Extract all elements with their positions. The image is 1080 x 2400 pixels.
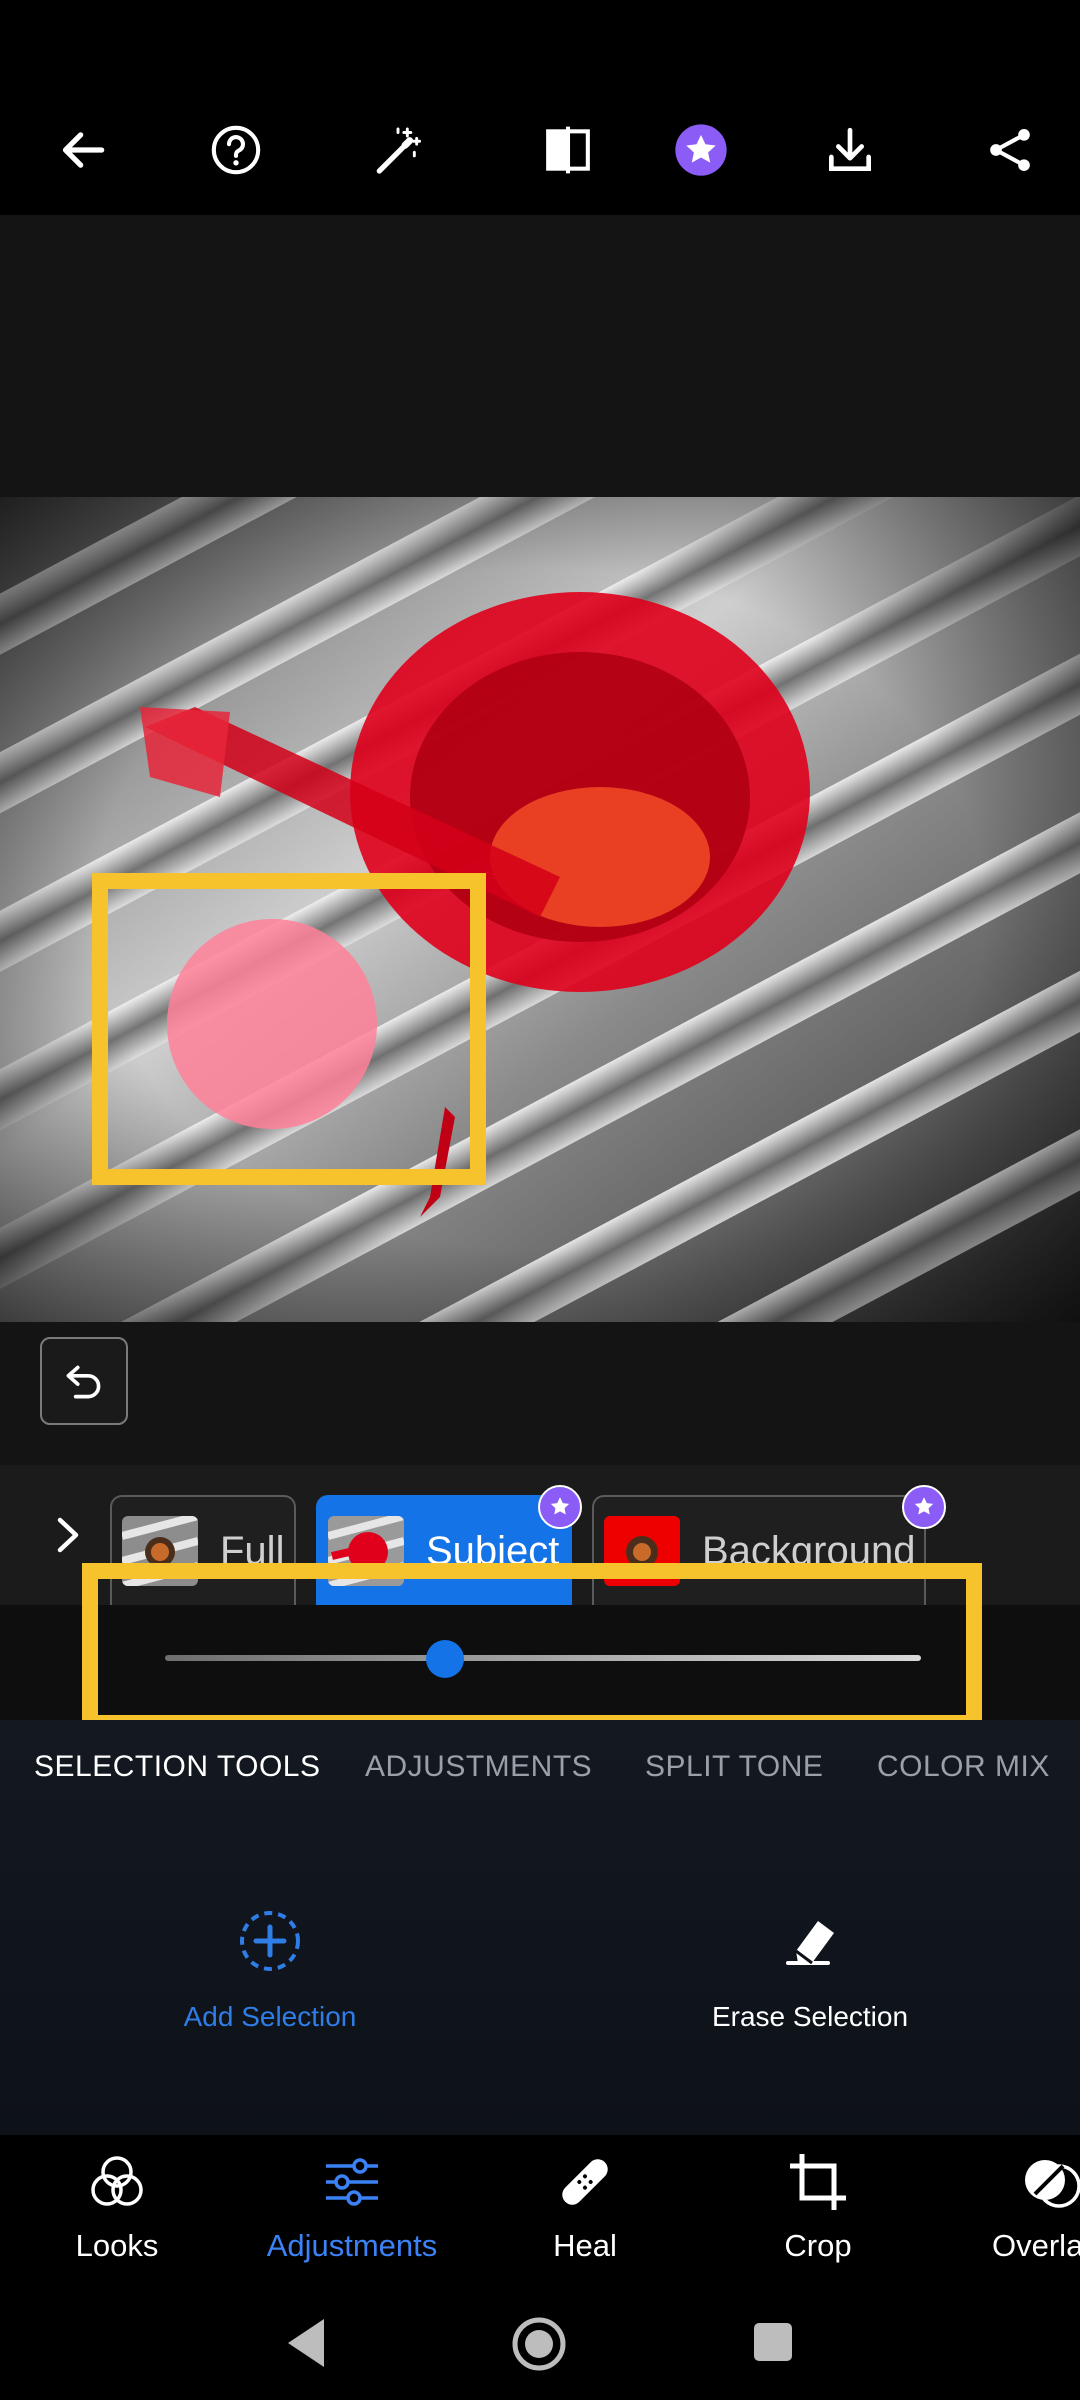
system-back-icon[interactable]: [280, 2315, 330, 2371]
erase-selection-label: Erase Selection: [711, 2001, 909, 2032]
add-selection-button[interactable]: Add Selection: [120, 1905, 420, 2033]
mask-tab-label: Subject: [426, 1528, 560, 1573]
bandage-icon: [562, 2159, 608, 2205]
undo-button[interactable]: [40, 1337, 128, 1425]
tab-split-tone[interactable]: SPLIT TONE: [645, 1750, 823, 1784]
premium-star-icon: [538, 1485, 582, 1529]
adjustments-icon: [326, 2158, 378, 2206]
system-home-icon[interactable]: [510, 2315, 568, 2373]
chevron-right-icon[interactable]: [48, 1510, 88, 1560]
undo-icon: [66, 1365, 101, 1399]
top-toolbar: [0, 0, 1080, 215]
eraser-icon: [786, 1921, 834, 1965]
compare-icon[interactable]: [533, 115, 603, 185]
erase-selection-button[interactable]: Erase Selection: [660, 1905, 960, 2033]
nav-label: Heal: [553, 2228, 617, 2263]
nav-label: Crop: [784, 2228, 852, 2263]
premium-star-icon[interactable]: [666, 115, 736, 185]
back-arrow-icon[interactable]: [48, 115, 118, 185]
mask-tab-label: Background: [702, 1528, 916, 1573]
mask-tab-label: Full: [220, 1528, 285, 1573]
mask-tab-background[interactable]: Background: [592, 1485, 946, 1605]
system-navigation-bar: [0, 2285, 1080, 2400]
mask-slider-panel: [0, 1605, 1080, 1720]
mask-tab-full[interactable]: Full: [110, 1495, 296, 1605]
share-icon[interactable]: [975, 115, 1045, 185]
tab-color-mix[interactable]: COLOR MIX: [877, 1750, 1050, 1784]
mask-slider-track[interactable]: [165, 1655, 921, 1661]
add-selection-label: Add Selection: [183, 2001, 357, 2032]
tab-adjustments[interactable]: ADJUSTMENTS: [365, 1750, 592, 1784]
nav-adjustments[interactable]: Adjustments: [252, 2150, 452, 2264]
mask-thumbnail-full: [122, 1516, 198, 1586]
tab-selection-tools[interactable]: SELECTION TOOLS: [34, 1750, 320, 1784]
system-recents-icon[interactable]: [750, 2319, 796, 2365]
mask-tab-subject[interactable]: Subject: [316, 1485, 582, 1605]
nav-label: Overla: [992, 2228, 1080, 2263]
add-selection-icon: [240, 1911, 300, 1971]
premium-star-icon: [902, 1485, 946, 1529]
crop-icon: [790, 2154, 846, 2210]
nav-label: Adjustments: [266, 2228, 438, 2263]
nav-label: Looks: [75, 2228, 159, 2263]
magic-wand-icon[interactable]: [363, 115, 433, 185]
download-icon[interactable]: [815, 115, 885, 185]
nav-looks[interactable]: Looks: [17, 2150, 217, 2264]
photo-preview[interactable]: [0, 497, 1080, 1322]
mask-thumbnail-background: [604, 1516, 680, 1586]
looks-icon: [91, 2156, 143, 2206]
mask-thumbnail-subject: [328, 1516, 404, 1586]
help-icon[interactable]: [201, 115, 271, 185]
mask-slider-thumb[interactable]: [425, 1640, 464, 1678]
nav-crop[interactable]: Crop: [718, 2150, 918, 2264]
overlays-icon: [1025, 2160, 1080, 2208]
nav-heal[interactable]: Heal: [485, 2150, 685, 2264]
nav-overlays[interactable]: Overla: [950, 2150, 1080, 2264]
